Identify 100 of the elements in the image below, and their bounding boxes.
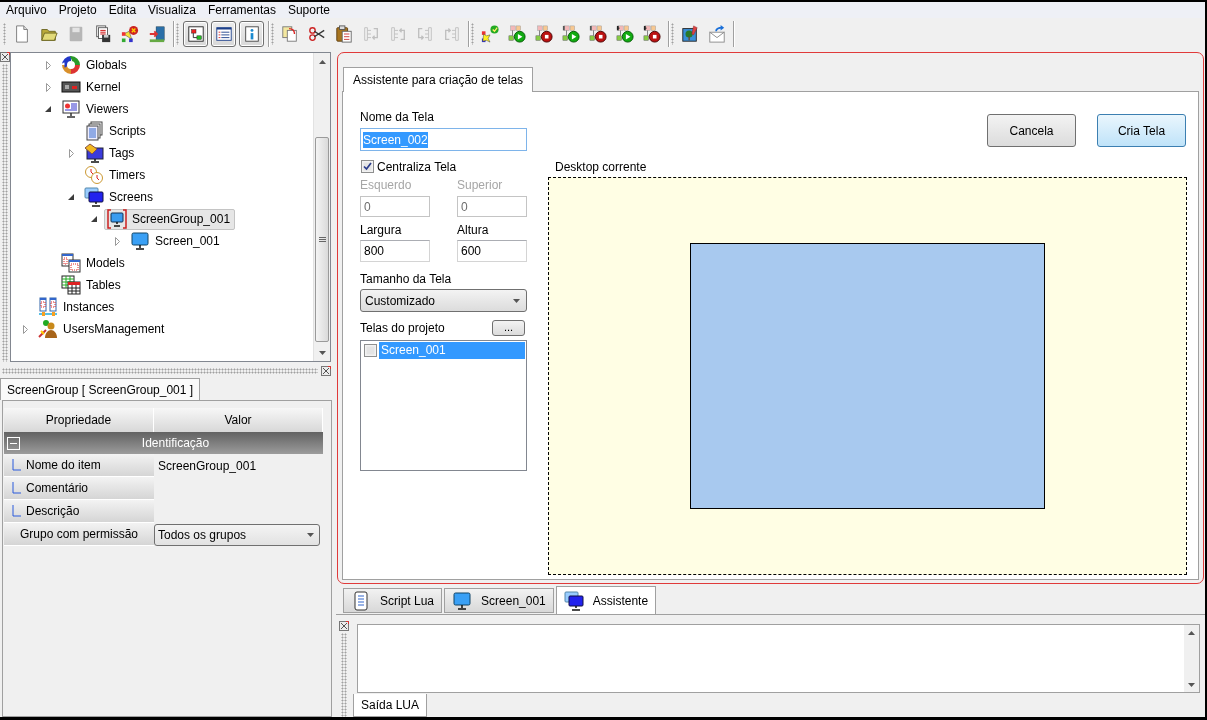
caret-down-icon: [307, 532, 314, 537]
vertical-scrollbar[interactable]: [1184, 625, 1199, 692]
field-label: Telas do projeto: [360, 322, 445, 334]
tree-item[interactable]: Tags: [81, 142, 140, 164]
caret-right-icon[interactable]: [45, 82, 51, 92]
property-label: Nome do item: [26, 459, 101, 471]
menu-item[interactable]: Projeto: [58, 2, 97, 18]
list-arrow-icon: [389, 25, 407, 43]
checkbox[interactable]: [361, 160, 374, 173]
scrollbar-thumb[interactable]: [315, 137, 329, 342]
input-field[interactable]: 600: [457, 240, 527, 262]
tree-connector-icon: [12, 459, 21, 471]
caret-right-icon[interactable]: [45, 60, 51, 70]
tab[interactable]: Assistente para criação de telas: [343, 67, 534, 92]
monitors-icon: [84, 187, 104, 207]
tree-item[interactable]: ScreenGroup_001: [104, 208, 236, 230]
nodes-stop-icon: [643, 25, 661, 43]
monitor-icon: [452, 590, 473, 611]
toolbar-button[interactable]: [613, 22, 637, 46]
monitor-icon: [130, 231, 150, 251]
toolbar-button[interactable]: [586, 22, 610, 46]
grip-handle[interactable]: [341, 633, 347, 717]
page-icon: [13, 25, 31, 43]
nodes-play-icon: [508, 25, 526, 43]
documents-icon: [84, 121, 104, 141]
nodes-play-icon: [616, 25, 634, 43]
dropdown[interactable]: Customizado: [360, 289, 527, 312]
list-arrow-icon: [416, 25, 434, 43]
close-icon[interactable]: [321, 366, 331, 376]
checkbox[interactable]: [364, 344, 377, 357]
tree-item[interactable]: Globals: [58, 54, 132, 76]
grip-handle[interactable]: [2, 368, 318, 374]
table-cell-text: ScreenGroup_001: [157, 457, 258, 475]
caret-right-icon[interactable]: [22, 324, 28, 334]
close-icon[interactable]: [0, 52, 10, 62]
tree-item[interactable]: Scripts: [81, 120, 151, 142]
document-lines-icon: [351, 590, 371, 611]
caret-down-icon[interactable]: [68, 194, 74, 200]
menu-item[interactable]: Edita: [108, 2, 137, 18]
tree-item[interactable]: Tables: [58, 274, 126, 296]
user-wrench-icon: [38, 319, 58, 339]
grip-handle[interactable]: [471, 23, 474, 45]
menu-item[interactable]: Visualiza: [148, 2, 196, 18]
tab[interactable]: Script Lua: [343, 588, 443, 613]
envelope-arrow-icon: [708, 25, 726, 43]
tab[interactable]: Screen_001: [444, 588, 554, 613]
tables-icon: [61, 275, 81, 295]
field-label: Esquerdo: [360, 178, 413, 192]
tree-item[interactable]: Timers: [81, 164, 151, 186]
dialog-button[interactable]: Cria Tela: [1097, 114, 1186, 147]
caret-down-icon[interactable]: [91, 216, 97, 222]
nodes-stop-icon: [535, 25, 553, 43]
vertical-scrollbar[interactable]: [313, 53, 330, 361]
close-icon[interactable]: [339, 621, 349, 631]
list-arrow-icon: [443, 25, 461, 43]
field-label: Largura: [360, 223, 403, 237]
browse-button[interactable]: ...: [492, 320, 525, 336]
tree-item[interactable]: UsersManagement: [35, 318, 170, 340]
column-header: Valor: [154, 408, 323, 432]
property-label: Comentário: [26, 482, 89, 494]
grip-handle[interactable]: [176, 23, 179, 45]
toolbar-button[interactable]: [532, 22, 556, 46]
dropdown[interactable]: Todos os grupos: [154, 523, 320, 546]
field-label: Superior: [457, 178, 504, 192]
caret-down-icon[interactable]: [45, 106, 51, 112]
caret-right-icon[interactable]: [68, 148, 74, 158]
grip-handle[interactable]: [3, 23, 6, 45]
tree-item[interactable]: Kernel: [58, 76, 126, 98]
dialog-button[interactable]: Cancela: [987, 114, 1076, 147]
tab[interactable]: Saída LUA: [353, 694, 428, 717]
windows-icon: [61, 253, 81, 273]
tree-item[interactable]: Models: [58, 252, 130, 274]
tree-item[interactable]: Screen_001: [127, 230, 225, 252]
category-label: Identificação: [140, 437, 211, 449]
caret-right-icon[interactable]: [114, 236, 120, 246]
grip-handle[interactable]: [2, 64, 8, 362]
nodes-check-icon: [481, 25, 499, 43]
tab[interactable]: Assistente: [555, 586, 657, 614]
bracketed-monitor-icon: [107, 209, 127, 229]
tab[interactable]: ScreenGroup [ ScreenGroup_001 ]: [0, 378, 201, 400]
preview-label: Desktop corrente: [554, 160, 648, 175]
grip-handle[interactable]: [671, 23, 674, 45]
toolbar-button[interactable]: [211, 21, 236, 47]
monitor-tag-icon: [84, 143, 104, 163]
input-field[interactable]: 800: [360, 240, 430, 262]
clocks-icon: [84, 165, 104, 185]
grip-lines-icon: [318, 236, 326, 243]
tree-item[interactable]: Instances: [35, 296, 120, 318]
toolbar-button[interactable]: [183, 21, 208, 47]
toolbar-button[interactable]: [640, 22, 664, 46]
menu-item[interactable]: Arquivo: [6, 2, 47, 18]
field-label: Tamanho da Tela: [360, 272, 453, 286]
caret-up-icon: [318, 59, 326, 64]
tree-item[interactable]: Viewers: [58, 98, 134, 120]
grip-handle[interactable]: [271, 23, 274, 45]
collapse-icon[interactable]: [7, 436, 20, 450]
menu-item[interactable]: Suporte: [287, 2, 330, 18]
menu-item[interactable]: Ferramentas: [207, 2, 276, 18]
field-value: Screen_002: [363, 131, 428, 148]
tree-item[interactable]: Screens: [81, 186, 159, 208]
